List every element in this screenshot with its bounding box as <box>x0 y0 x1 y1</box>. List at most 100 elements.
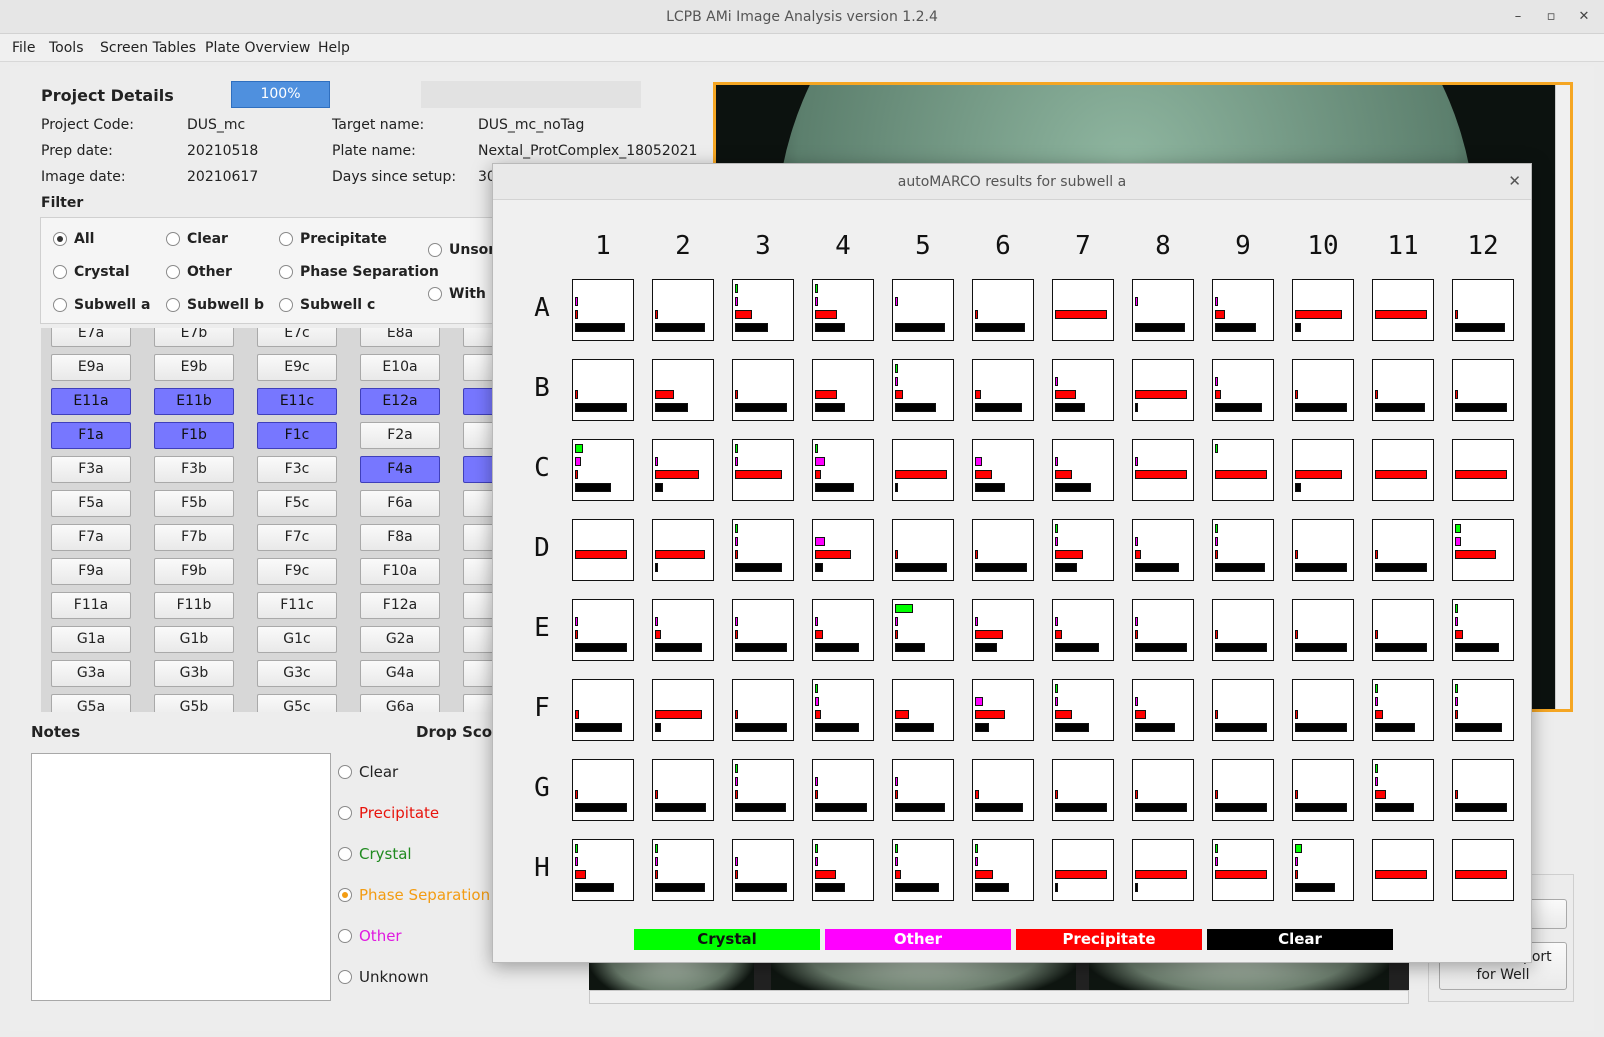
menu-help[interactable]: Help <box>318 40 350 56</box>
well-score-cell-c1[interactable] <box>572 439 634 501</box>
well-score-cell-f8[interactable] <box>1132 679 1194 741</box>
well-score-cell-b7[interactable] <box>1052 359 1114 421</box>
well-score-cell-g9[interactable] <box>1212 759 1274 821</box>
well-score-cell-f2[interactable] <box>652 679 714 741</box>
well-score-cell-d12[interactable] <box>1452 519 1514 581</box>
well-score-cell-c9[interactable] <box>1212 439 1274 501</box>
well-button-f8a[interactable]: F8a <box>360 524 440 551</box>
well-button-f9b[interactable]: F9b <box>154 558 234 585</box>
well-score-cell-h6[interactable] <box>972 839 1034 901</box>
well-score-cell-h3[interactable] <box>732 839 794 901</box>
well-score-cell-e10[interactable] <box>1292 599 1354 661</box>
well-score-cell-b5[interactable] <box>892 359 954 421</box>
well-score-cell-a9[interactable] <box>1212 279 1274 341</box>
well-score-cell-a3[interactable] <box>732 279 794 341</box>
well-button-f3a[interactable]: F3a <box>51 456 131 483</box>
filter-phase-separation[interactable]: Phase Separation <box>279 264 439 280</box>
well-button-f9a[interactable]: F9a <box>51 558 131 585</box>
well-score-cell-d1[interactable] <box>572 519 634 581</box>
notes-textarea[interactable] <box>31 753 331 1001</box>
well-score-cell-g6[interactable] <box>972 759 1034 821</box>
filter-crystal[interactable]: Crystal <box>53 264 130 280</box>
well-button-f6a[interactable]: F6a <box>360 490 440 517</box>
well-score-cell-e2[interactable] <box>652 599 714 661</box>
well-button-e10a[interactable]: E10a <box>360 354 440 381</box>
well-score-cell-e6[interactable] <box>972 599 1034 661</box>
filter-subwell-b[interactable]: Subwell b <box>166 297 264 313</box>
well-score-cell-e1[interactable] <box>572 599 634 661</box>
well-score-cell-e7[interactable] <box>1052 599 1114 661</box>
well-button-g1c[interactable]: G1c <box>257 626 337 653</box>
drop-score-precipitate[interactable]: Precipitate <box>338 804 439 822</box>
well-score-cell-a12[interactable] <box>1452 279 1514 341</box>
well-score-cell-h8[interactable] <box>1132 839 1194 901</box>
well-score-cell-h10[interactable] <box>1292 839 1354 901</box>
well-button-e12a[interactable]: E12a <box>360 388 440 415</box>
well-score-cell-h9[interactable] <box>1212 839 1274 901</box>
well-button-g1b[interactable]: G1b <box>154 626 234 653</box>
well-score-cell-b3[interactable] <box>732 359 794 421</box>
well-button-f1b[interactable]: F1b <box>154 422 234 449</box>
well-score-cell-c3[interactable] <box>732 439 794 501</box>
well-button-g4a[interactable]: G4a <box>360 660 440 687</box>
well-score-cell-c5[interactable] <box>892 439 954 501</box>
well-score-cell-d4[interactable] <box>812 519 874 581</box>
well-button-f9c[interactable]: F9c <box>257 558 337 585</box>
well-score-cell-d2[interactable] <box>652 519 714 581</box>
well-score-cell-d6[interactable] <box>972 519 1034 581</box>
well-button-f5a[interactable]: F5a <box>51 490 131 517</box>
well-score-cell-b12[interactable] <box>1452 359 1514 421</box>
well-score-cell-d10[interactable] <box>1292 519 1354 581</box>
well-score-cell-a4[interactable] <box>812 279 874 341</box>
well-score-cell-a11[interactable] <box>1372 279 1434 341</box>
well-score-cell-g5[interactable] <box>892 759 954 821</box>
well-score-cell-d5[interactable] <box>892 519 954 581</box>
well-score-cell-h1[interactable] <box>572 839 634 901</box>
well-score-cell-a5[interactable] <box>892 279 954 341</box>
well-score-cell-g12[interactable] <box>1452 759 1514 821</box>
well-score-cell-b9[interactable] <box>1212 359 1274 421</box>
well-score-cell-e3[interactable] <box>732 599 794 661</box>
well-button-e9b[interactable]: E9b <box>154 354 234 381</box>
well-score-cell-b6[interactable] <box>972 359 1034 421</box>
well-score-cell-c6[interactable] <box>972 439 1034 501</box>
well-score-cell-c11[interactable] <box>1372 439 1434 501</box>
well-button-e9c[interactable]: E9c <box>257 354 337 381</box>
well-score-cell-c4[interactable] <box>812 439 874 501</box>
menu-tools[interactable]: Tools <box>49 40 84 56</box>
well-score-cell-g8[interactable] <box>1132 759 1194 821</box>
well-button-f7b[interactable]: F7b <box>154 524 234 551</box>
well-button-f3c[interactable]: F3c <box>257 456 337 483</box>
well-score-cell-g1[interactable] <box>572 759 634 821</box>
menu-file[interactable]: File <box>12 40 35 56</box>
well-score-cell-a1[interactable] <box>572 279 634 341</box>
well-score-cell-e9[interactable] <box>1212 599 1274 661</box>
filter-precipitate[interactable]: Precipitate <box>279 231 387 247</box>
well-score-cell-h12[interactable] <box>1452 839 1514 901</box>
well-button-g1a[interactable]: G1a <box>51 626 131 653</box>
well-score-cell-d7[interactable] <box>1052 519 1114 581</box>
well-score-cell-f12[interactable] <box>1452 679 1514 741</box>
well-score-cell-f6[interactable] <box>972 679 1034 741</box>
well-button-e7a[interactable]: E7a <box>51 328 131 347</box>
filter-unsorted[interactable]: Unsor <box>428 242 495 258</box>
well-score-cell-f11[interactable] <box>1372 679 1434 741</box>
well-score-cell-f7[interactable] <box>1052 679 1114 741</box>
well-button-f7c[interactable]: F7c <box>257 524 337 551</box>
well-button-e7c[interactable]: E7c <box>257 328 337 347</box>
maximize-icon[interactable]: ▫ <box>1543 9 1559 25</box>
well-button-e11b[interactable]: E11b <box>154 388 234 415</box>
well-button-f2a[interactable]: F2a <box>360 422 440 449</box>
well-score-cell-a2[interactable] <box>652 279 714 341</box>
well-score-cell-h5[interactable] <box>892 839 954 901</box>
well-score-cell-b11[interactable] <box>1372 359 1434 421</box>
well-button-f7a[interactable]: F7a <box>51 524 131 551</box>
well-button-g3c[interactable]: G3c <box>257 660 337 687</box>
filter-subwell-a[interactable]: Subwell a <box>53 297 150 313</box>
well-score-cell-b2[interactable] <box>652 359 714 421</box>
well-score-cell-d8[interactable] <box>1132 519 1194 581</box>
thumbnail-horizontal-scrollbar[interactable] <box>589 990 1409 1004</box>
filter-clear[interactable]: Clear <box>166 231 228 247</box>
drop-score-crystal[interactable]: Crystal <box>338 845 412 863</box>
well-button-g2a[interactable]: G2a <box>360 626 440 653</box>
